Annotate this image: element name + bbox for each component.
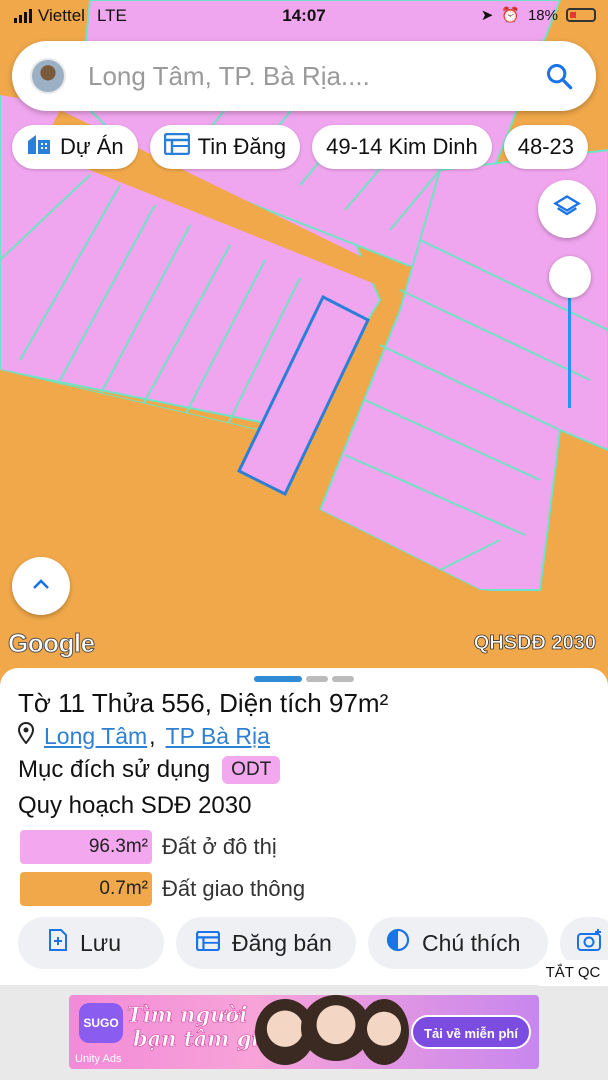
contrast-icon bbox=[386, 928, 410, 958]
close-ad-button[interactable]: TẮT QC bbox=[538, 960, 608, 986]
area-row-traffic: 0.7m² Đất giao thông bbox=[20, 872, 305, 906]
chip-label: Dự Án bbox=[60, 134, 124, 159]
avatar[interactable] bbox=[30, 58, 66, 94]
purpose-label: Mục đích sử dụng bbox=[18, 756, 211, 783]
status-bar: Viettel LTE 14:07 ➤ ⏰ 18% bbox=[0, 0, 608, 32]
chip-projects[interactable]: Dự Án bbox=[12, 125, 138, 169]
ad-portrait-image bbox=[359, 999, 409, 1065]
location-pin-icon bbox=[17, 721, 35, 750]
area-value: 0.7m² bbox=[20, 872, 152, 906]
expand-sheet-button[interactable] bbox=[12, 557, 70, 615]
battery-icon bbox=[566, 8, 596, 22]
battery-percent: 18% bbox=[527, 6, 558, 24]
parcel-title: Tờ 11 Thửa 556, Diện tích 97m² bbox=[18, 688, 389, 718]
list-icon bbox=[163, 132, 190, 161]
map-layer-badge: QHSDĐ 2030 bbox=[473, 632, 596, 655]
ad-app-logo: SUGO bbox=[79, 1003, 123, 1043]
google-logo: Google bbox=[8, 628, 96, 659]
plan-label: Quy hoạch SDĐ 2030 bbox=[18, 792, 252, 819]
location-arrow-icon: ➤ bbox=[480, 7, 494, 24]
post-sale-label: Đăng bán bbox=[232, 929, 332, 956]
legend-label: Chú thích bbox=[422, 929, 521, 956]
opacity-slider-thumb[interactable] bbox=[549, 256, 591, 298]
search-icon[interactable] bbox=[534, 51, 584, 101]
parcel-info-sheet[interactable]: Tờ 11 Thửa 556, Diện tích 97m² Long Tâm,… bbox=[0, 668, 608, 986]
alarm-icon: ⏰ bbox=[501, 7, 520, 24]
action-buttons: Lưu Đăng bán Chú thích bbox=[18, 917, 608, 969]
area-row-urban: 96.3m² Đất ở đô thị bbox=[20, 830, 277, 864]
add-file-icon bbox=[48, 928, 68, 958]
layers-button[interactable] bbox=[538, 180, 596, 238]
add-photo-icon bbox=[576, 928, 604, 958]
ad-network-label: Unity Ads bbox=[75, 1053, 122, 1065]
save-button[interactable]: Lưu bbox=[18, 917, 164, 969]
search-input[interactable]: Long Tâm, TP. Bà Rịa.... bbox=[88, 61, 534, 92]
area-label: Đất ở đô thị bbox=[162, 834, 277, 859]
land-use-code-badge: ODT bbox=[222, 756, 281, 784]
chip-area-1[interactable]: 49-14 Kim Dinh bbox=[312, 125, 492, 169]
city-link[interactable]: TP Bà Rịa bbox=[166, 723, 270, 750]
ad-banner[interactable]: SUGO Tìm người bạn tâm giao Tải về miễn … bbox=[69, 995, 539, 1069]
chip-listings[interactable]: Tin Đăng bbox=[149, 125, 301, 169]
chip-label: Tin Đăng bbox=[197, 134, 287, 159]
chip-area-2[interactable]: 48-23 bbox=[503, 125, 589, 169]
chevron-up-icon bbox=[31, 577, 51, 596]
layers-icon bbox=[553, 193, 581, 226]
ward-link[interactable]: Long Tâm bbox=[44, 723, 147, 750]
search-bar[interactable]: Long Tâm, TP. Bà Rịa.... bbox=[12, 41, 596, 111]
building-icon bbox=[26, 132, 52, 162]
list-icon bbox=[196, 930, 220, 957]
post-sale-button[interactable]: Đăng bán bbox=[176, 917, 356, 969]
filter-chips: Dự Án Tin Đăng 49-14 Kim Dinh 48-23 bbox=[12, 125, 589, 169]
save-label: Lưu bbox=[80, 929, 121, 956]
chip-label: 49-14 Kim Dinh bbox=[326, 134, 478, 159]
area-label: Đất giao thông bbox=[162, 876, 306, 901]
parcel-location: Long Tâm, TP Bà Rịa bbox=[17, 721, 270, 750]
sheet-handle[interactable] bbox=[254, 676, 354, 682]
opacity-slider-track[interactable] bbox=[568, 280, 571, 408]
legend-button[interactable]: Chú thích bbox=[368, 917, 548, 969]
area-value: 96.3m² bbox=[20, 830, 152, 864]
land-use-purpose: Mục đích sử dụng ODT bbox=[18, 756, 281, 784]
ad-cta-button[interactable]: Tải về miễn phí bbox=[411, 1015, 531, 1049]
chip-label: 48-23 bbox=[517, 134, 575, 159]
